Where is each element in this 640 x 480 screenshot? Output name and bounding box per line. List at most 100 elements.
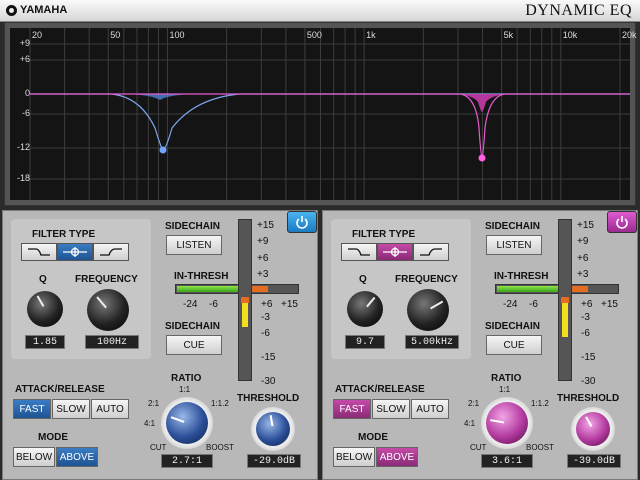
band2-mode-above[interactable]: ABOVE: [376, 447, 418, 467]
band1-ratio-2to1: 2:1: [148, 399, 160, 408]
band2-ratio-value[interactable]: 3.6:1: [481, 454, 533, 468]
band2-ratio-4to1: 4:1: [464, 419, 476, 428]
y-axis-label: 0: [24, 88, 30, 98]
band2-in-scale-2: -6: [529, 299, 538, 310]
y-axis-label: -12: [16, 142, 30, 152]
band1-in-thresh-label: IN-THRESH: [174, 271, 229, 282]
band2-high-shelf-button[interactable]: [413, 243, 449, 261]
band1-cue-button[interactable]: CUE: [166, 335, 222, 355]
eq-graph[interactable]: +9 +6 0 -6 -12 -18 20 50 100 500 1k 5k 10k 20k: [10, 28, 637, 200]
band2-frequency-value[interactable]: 5.00kHz: [405, 335, 459, 349]
product-title: DYNAMIC EQ: [525, 2, 632, 19]
band2-frequency-label: FREQUENCY: [395, 274, 458, 285]
band2-threshold-label: THRESHOLD: [557, 393, 620, 404]
band2-ratio-knob[interactable]: [486, 402, 528, 444]
eq-graph-svg: [29, 28, 630, 200]
band1-threshold-value[interactable]: -29.0dB: [247, 454, 301, 468]
band2-frequency-knob[interactable]: [407, 289, 449, 331]
band2-attack-fast[interactable]: FAST: [333, 399, 371, 419]
high-shelf-icon: [420, 248, 442, 256]
x-axis-label: 1k: [366, 30, 376, 40]
band1-gain-scale-1: +15: [257, 220, 274, 231]
band2-sidechain-cue-label: SIDECHAIN: [485, 321, 541, 332]
band2-q-label: Q: [359, 274, 367, 285]
dynamic-eq-plugin: YAMAHA DYNAMIC EQ +9 +6 0 -6 -12 -18 20 50 100 5…: [0, 0, 640, 480]
band2-q-knob[interactable]: [347, 291, 383, 327]
band1-filter-line: [30, 93, 630, 151]
band2-in-scale-4: +15: [601, 299, 618, 310]
band2-in-scale-3: +6: [581, 299, 593, 310]
band2-threshold-value[interactable]: -39.0dB: [567, 454, 621, 468]
band2-cue-button[interactable]: CUE: [486, 335, 542, 355]
band1-ratio-knob[interactable]: [166, 402, 208, 444]
band2-in-level-bar: [497, 286, 559, 292]
band1-in-scale-2: -6: [209, 299, 218, 310]
band1-ratio-4to1: 4:1: [144, 419, 156, 428]
band2-peaking-button[interactable]: [377, 243, 413, 261]
band1-frequency-value[interactable]: 100Hz: [85, 335, 139, 349]
band1-mode-below[interactable]: BELOW: [13, 447, 55, 467]
band1-handle[interactable]: [159, 146, 167, 154]
high-shelf-icon: [100, 248, 122, 256]
band1-listen-button[interactable]: LISTEN: [166, 235, 222, 255]
band2-in-thresh-meter: [495, 284, 619, 294]
band1-high-shelf-button[interactable]: [93, 243, 129, 261]
band1-in-level-bar: [177, 286, 239, 292]
band2-q-value[interactable]: 9.7: [345, 335, 385, 349]
band2-gain-scale-2: +9: [577, 236, 589, 247]
band1-q-knob[interactable]: [27, 291, 63, 327]
brand-logo: YAMAHA: [6, 4, 67, 16]
band2-attack-auto[interactable]: AUTO: [411, 399, 449, 419]
band2-gain-reduction-bar: [562, 303, 568, 337]
band1-threshold-knob[interactable]: [256, 412, 290, 446]
peaking-icon: [63, 247, 87, 257]
band2-threshold-knob[interactable]: [576, 412, 610, 446]
band1-panel: FILTER TYPE Q 1.85 FREQUENCY 100Hz SIDEC…: [2, 210, 318, 480]
band2-ratio-2to1: 2:1: [468, 399, 480, 408]
band1-gain-scale-8: -30: [261, 376, 276, 387]
x-axis-label: 20: [32, 30, 43, 40]
band2-gain-scale-7: -15: [581, 352, 596, 363]
band1-gain-reduction-bar: [242, 303, 248, 327]
y-axis-label: +6: [19, 54, 30, 64]
band2-gain-scale-1: +15: [577, 220, 594, 231]
band1-frequency-knob[interactable]: [87, 289, 129, 331]
band2-attack-slow[interactable]: SLOW: [372, 399, 410, 419]
band2-filter-type-label: FILTER TYPE: [352, 229, 416, 240]
band1-low-shelf-button[interactable]: [21, 243, 57, 261]
y-axis-label: -6: [21, 108, 30, 118]
low-shelf-icon: [348, 248, 370, 256]
brand-name: YAMAHA: [20, 4, 68, 16]
band2-handle[interactable]: [478, 154, 486, 162]
band1-threshold-label: THRESHOLD: [237, 393, 300, 404]
x-axis-label: 20k: [622, 30, 637, 40]
band2-panel: FILTER TYPE Q 9.7 FREQUENCY 5.00kHz SIDE…: [322, 210, 638, 480]
band1-ratio-top: 1:1: [179, 385, 191, 394]
band1-attack-fast[interactable]: FAST: [13, 399, 51, 419]
band1-frequency-label: FREQUENCY: [75, 274, 138, 285]
band2-gain-scale-6: -6: [581, 328, 590, 339]
band1-filter-type-label: FILTER TYPE: [32, 229, 96, 240]
band2-gain-meter: [558, 219, 572, 381]
band1-peaking-button[interactable]: [57, 243, 93, 261]
band1-mode-label: MODE: [38, 432, 68, 443]
band2-power-button[interactable]: [607, 211, 637, 233]
band1-gain-scale-3: +6: [257, 253, 269, 264]
band1-power-button[interactable]: [287, 211, 317, 233]
band1-attack-release-label: ATTACK/RELEASE: [15, 384, 105, 395]
title-bar: YAMAHA DYNAMIC EQ: [0, 0, 640, 22]
band2-gain-scale-4: +3: [577, 269, 589, 280]
band2-ratio-top: 1:1: [499, 385, 511, 394]
band2-listen-button[interactable]: LISTEN: [486, 235, 542, 255]
band1-mode-above[interactable]: ABOVE: [56, 447, 98, 467]
band1-gain-scale-4: +3: [257, 269, 269, 280]
band1-attack-slow[interactable]: SLOW: [52, 399, 90, 419]
band2-low-shelf-button[interactable]: [341, 243, 377, 261]
band1-attack-auto[interactable]: AUTO: [91, 399, 129, 419]
band1-ratio-1to1-2: 1:1.2: [211, 399, 229, 408]
band2-curve: [450, 94, 515, 112]
band1-ratio-value[interactable]: 2.7:1: [161, 454, 213, 468]
band1-q-value[interactable]: 1.85: [25, 335, 65, 349]
band1-gain-scale-6: -6: [261, 328, 270, 339]
band2-mode-below[interactable]: BELOW: [333, 447, 375, 467]
